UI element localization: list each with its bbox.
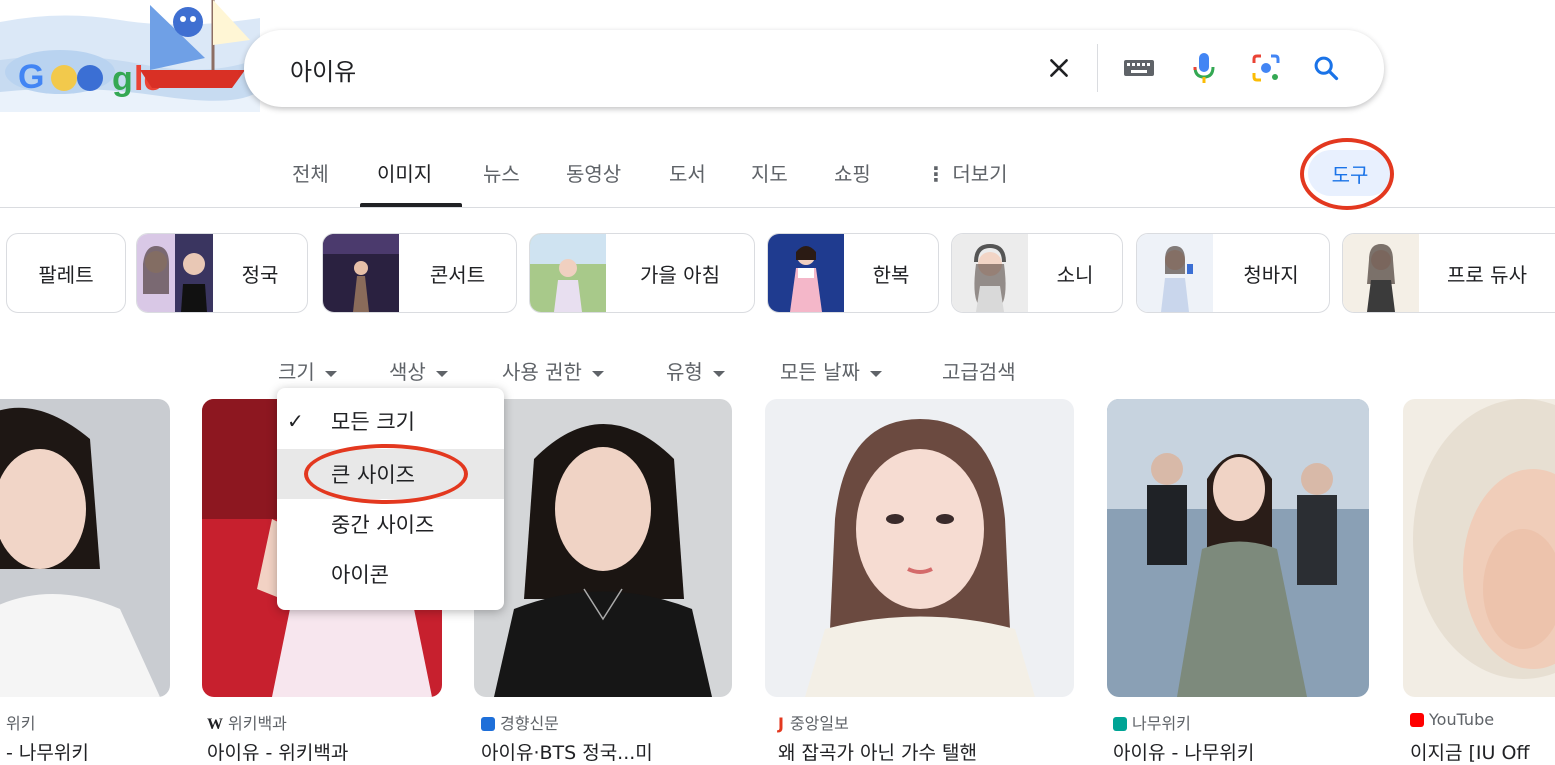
chip-label: 정국 (241, 262, 279, 287)
result-source-label: 위키백과 (228, 714, 287, 733)
dropdown-arrow-icon (869, 370, 882, 377)
result-title[interactable]: - 나무위키 (6, 738, 89, 765)
clear-icon[interactable] (1039, 48, 1079, 88)
divider (1097, 44, 1098, 92)
khan-favicon-icon (481, 717, 495, 731)
search-box[interactable]: 아이유 (244, 30, 1384, 107)
chip-hanbok[interactable]: 한복 (767, 233, 939, 313)
advanced-search-link[interactable]: 고급검색 (942, 356, 1016, 385)
result-source: 나무위키 (1113, 710, 1191, 734)
microphone-icon[interactable] (1184, 48, 1224, 88)
filter-usage-rights-label: 사용 권한 (502, 360, 582, 384)
filter-type-label: 유형 (666, 360, 703, 384)
filter-type[interactable]: 유형 (666, 356, 725, 385)
chip-autumn-morning[interactable]: 가을 아침 (529, 233, 755, 313)
google-doodle-logo[interactable]: G g le (0, 0, 260, 112)
chip-thumbnail (137, 234, 213, 312)
menu-item-all-sizes[interactable]: ✓ 모든 크기 (277, 396, 504, 446)
tab-news[interactable]: 뉴스 (483, 158, 520, 187)
joongang-favicon-icon: J (778, 714, 784, 733)
svg-text:G: G (18, 58, 44, 96)
tab-videos[interactable]: 동영상 (566, 158, 621, 187)
filter-date-label: 모든 날짜 (780, 360, 860, 384)
youtube-favicon-icon (1410, 713, 1424, 727)
menu-item-icon[interactable]: 아이콘 (277, 549, 504, 599)
menu-item-label: 큰 사이즈 (331, 463, 415, 487)
tab-more-label: 더보기 (952, 162, 1008, 186)
result-source-label: 나무위키 (1132, 714, 1191, 733)
result-source: J 중앙일보 (778, 710, 849, 734)
result-image[interactable] (765, 399, 1074, 697)
result-source: W 위키백과 (207, 710, 287, 734)
menu-item-label: 모든 크기 (331, 410, 415, 434)
tools-button[interactable]: 도구 (1308, 150, 1392, 196)
chip-thumbnail (323, 234, 399, 312)
filter-size[interactable]: 크기 (278, 356, 337, 385)
chip-thumbnail (1343, 234, 1419, 312)
result-source-label: YouTube (1429, 710, 1495, 729)
result-title[interactable]: 아이유 - 위키백과 (207, 738, 348, 765)
menu-item-label: 중간 사이즈 (331, 513, 435, 537)
chip-producer[interactable]: 프로 듀사 (1342, 233, 1555, 313)
chip-jungkook[interactable]: 정국 (136, 233, 308, 313)
chip-label: 청바지 (1243, 262, 1299, 287)
chip-label: 프로 듀사 (1447, 262, 1527, 287)
chip-thumbnail (952, 234, 1028, 312)
result-image[interactable] (1403, 399, 1555, 697)
chip-label: 콘서트 (429, 262, 486, 287)
filter-usage-rights[interactable]: 사용 권한 (502, 356, 604, 385)
tab-books[interactable]: 도서 (669, 158, 706, 187)
check-icon: ✓ (287, 409, 304, 433)
chip-label: 한복 (872, 262, 910, 287)
result-title[interactable]: 아이유 - 나무위키 (1113, 738, 1254, 765)
wikipedia-icon: W (207, 716, 223, 733)
result-image[interactable] (474, 399, 732, 697)
result-source: 위키 (6, 714, 36, 733)
result-image[interactable] (0, 399, 170, 697)
chip-label: 팔레트 (38, 262, 94, 287)
result-title[interactable]: 아이유·BTS 정국...미 (481, 738, 653, 765)
chip-palette[interactable]: 팔레트 (6, 233, 126, 313)
dropdown-arrow-icon (324, 370, 337, 377)
menu-item-medium[interactable]: 중간 사이즈 (277, 499, 504, 549)
result-image[interactable] (1107, 399, 1369, 697)
dropdown-arrow-icon (435, 370, 448, 377)
chip-concert[interactable]: 콘서트 (322, 233, 517, 313)
dropdown-arrow-icon (712, 370, 725, 377)
chip-jeans[interactable]: 청바지 (1136, 233, 1330, 313)
tab-shopping[interactable]: 쇼핑 (834, 158, 871, 187)
chip-thumbnail (768, 234, 844, 312)
tab-all[interactable]: 전체 (292, 158, 329, 187)
result-source-label: 중앙일보 (789, 714, 849, 733)
size-dropdown-menu: ✓ 모든 크기 큰 사이즈 중간 사이즈 아이콘 (277, 388, 504, 610)
filter-color-label: 색상 (389, 360, 426, 384)
menu-item-label: 아이콘 (331, 563, 389, 587)
search-icon[interactable] (1306, 48, 1346, 88)
tab-more[interactable]: ⋮ 더보기 (926, 158, 1008, 187)
chip-label: 소니 (1056, 262, 1094, 287)
chip-sony[interactable]: 소니 (951, 233, 1123, 313)
result-source: YouTube (1410, 710, 1494, 729)
chip-thumbnail (1137, 234, 1213, 312)
keyboard-icon[interactable] (1119, 48, 1159, 88)
result-source-label: 경향신문 (500, 714, 559, 733)
filter-size-label: 크기 (278, 360, 315, 384)
result-title[interactable]: 왜 잡곡가 아닌 가수 탤핸 (778, 738, 977, 765)
filter-color[interactable]: 색상 (389, 356, 448, 385)
result-title[interactable]: 이지금 [IU Off (1410, 738, 1530, 765)
tab-maps[interactable]: 지도 (751, 158, 788, 187)
search-input[interactable]: 아이유 (290, 52, 356, 87)
dropdown-arrow-icon (591, 370, 604, 377)
filter-date[interactable]: 모든 날짜 (780, 356, 882, 385)
lens-icon[interactable] (1246, 48, 1286, 88)
tab-images[interactable]: 이미지 (377, 158, 432, 187)
chip-thumbnail (530, 234, 606, 312)
active-tab-indicator (360, 203, 462, 207)
chip-label: 가을 아침 (640, 262, 720, 287)
more-vert-icon: ⋮ (926, 162, 946, 186)
menu-item-large[interactable]: 큰 사이즈 (277, 449, 504, 499)
result-source: 경향신문 (481, 710, 559, 734)
namuwiki-favicon-icon (1113, 717, 1127, 731)
svg-text:g: g (112, 60, 133, 98)
